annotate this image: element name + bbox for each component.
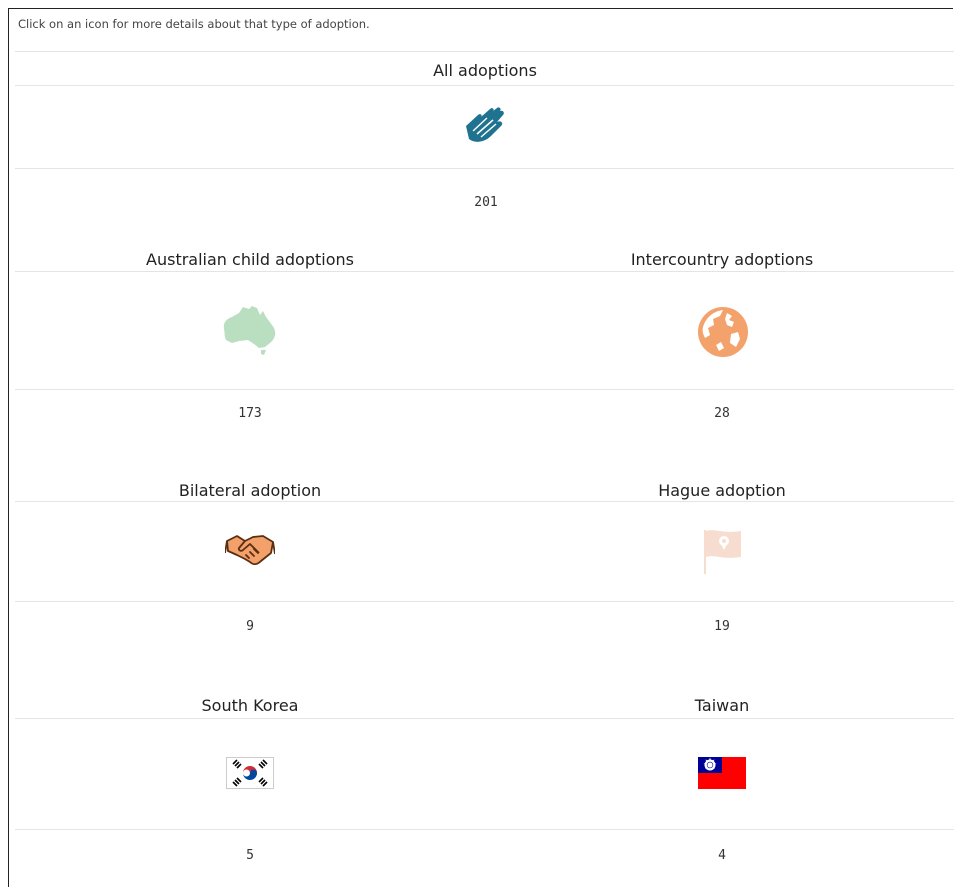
south-korea-value: 5 <box>246 848 254 863</box>
australia-map-icon[interactable] <box>221 303 279 357</box>
handshake-icon[interactable] <box>225 533 275 567</box>
taiwan-value: 4 <box>718 848 726 863</box>
taiwan-title[interactable]: Taiwan <box>572 696 872 715</box>
south-korea-flag-icon[interactable] <box>226 757 274 789</box>
intercountry-adoptions-title[interactable]: Intercountry adoptions <box>572 250 872 269</box>
intercountry-adoptions-value: 28 <box>714 406 730 421</box>
taiwan-flag-icon[interactable] <box>698 757 746 789</box>
divider <box>15 85 954 86</box>
flag-icon[interactable] <box>703 528 743 576</box>
hague-adoption-value: 19 <box>714 619 730 634</box>
divider <box>15 601 954 602</box>
bilateral-adoption-title[interactable]: Bilateral adoption <box>100 481 400 500</box>
clapping-hands-icon[interactable] <box>463 106 507 146</box>
divider <box>15 168 954 169</box>
divider <box>15 829 954 830</box>
all-adoptions-title[interactable]: All adoptions <box>380 61 590 80</box>
divider <box>15 501 954 502</box>
instruction-text: Click on an icon for more details about … <box>18 17 370 31</box>
divider <box>15 389 954 390</box>
australian-adoptions-value: 173 <box>238 406 262 421</box>
all-adoptions-value: 201 <box>474 195 498 210</box>
australian-adoptions-title[interactable]: Australian child adoptions <box>100 250 400 269</box>
globe-icon[interactable] <box>696 305 750 359</box>
divider <box>15 718 954 719</box>
bilateral-adoption-value: 9 <box>246 619 254 634</box>
divider <box>15 51 954 52</box>
hague-adoption-title[interactable]: Hague adoption <box>572 481 872 500</box>
divider <box>15 271 954 272</box>
south-korea-title[interactable]: South Korea <box>100 696 400 715</box>
